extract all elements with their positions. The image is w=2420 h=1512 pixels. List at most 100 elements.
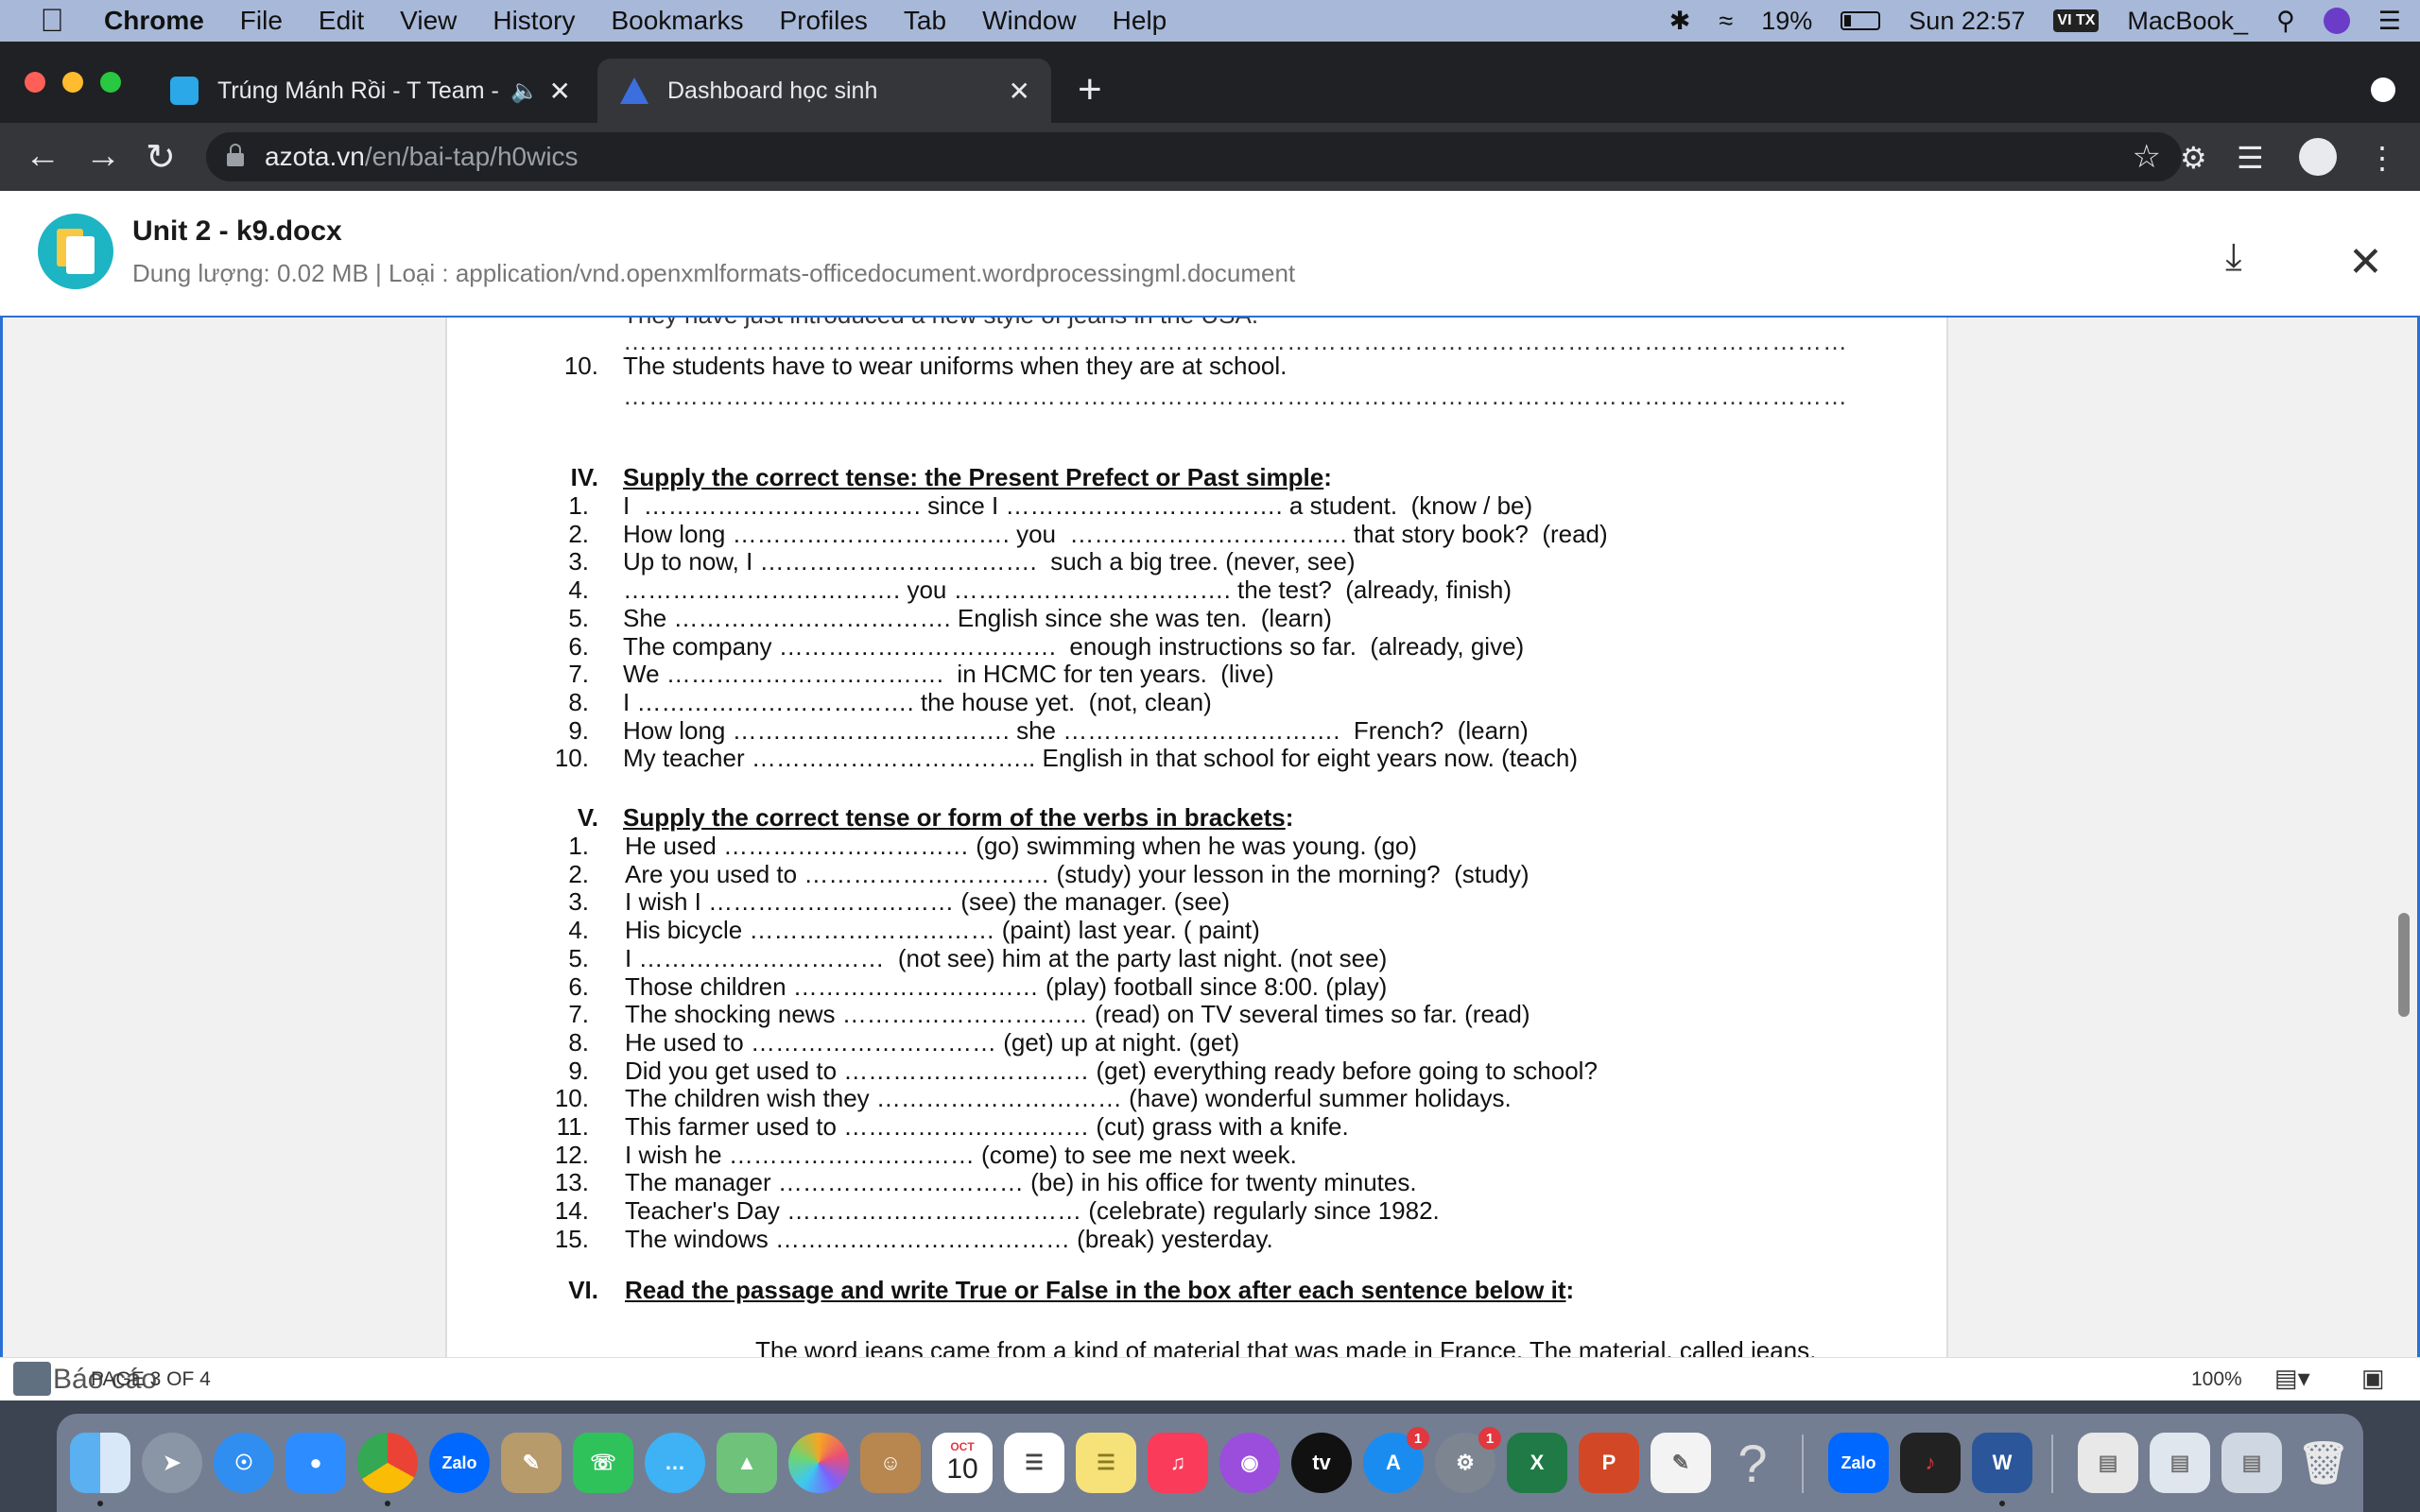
calendar-icon[interactable]: OCT 10 (932, 1433, 993, 1493)
exercise-item-number: 4. (568, 916, 589, 945)
documents-stack-icon[interactable]: ▤ (2150, 1433, 2210, 1493)
menu-bookmarks[interactable]: Bookmarks (611, 6, 743, 36)
app-store-badge: 1 (1407, 1427, 1429, 1450)
help-icon[interactable]: ? (1722, 1433, 1783, 1493)
report-icon[interactable] (13, 1362, 51, 1396)
menu-app-name[interactable]: Chrome (104, 6, 204, 36)
recorder-icon[interactable]: ♪ (1900, 1433, 1961, 1493)
chrome-icon[interactable] (357, 1433, 418, 1506)
profile-avatar-icon[interactable] (2299, 138, 2337, 176)
notes-icon[interactable]: ☰ (1076, 1433, 1136, 1493)
finder-icon[interactable] (70, 1433, 130, 1506)
download-icon[interactable]: ⤓ (2225, 236, 2242, 279)
address-bar[interactable]: azota.vn /en/bai-tap/h0wics ☆ (206, 132, 2182, 181)
preview-icon[interactable]: ✎ (501, 1433, 562, 1493)
tab-audio-icon[interactable]: 🔈 (510, 77, 539, 105)
menu-help[interactable]: Help (1113, 6, 1167, 36)
window-close-button[interactable] (25, 72, 45, 93)
zoom-level[interactable]: 100% (2191, 1368, 2242, 1391)
screenshot-stack-icon[interactable]: ▤ (2221, 1433, 2282, 1493)
battery-icon[interactable] (1841, 11, 1881, 30)
exercise-item-text: He used ………………………… (go) swimming when he… (625, 832, 1418, 860)
calendar-month: OCT (950, 1440, 975, 1453)
launchpad-icon[interactable]: ➤ (142, 1433, 202, 1493)
tab-dashboard-hoc-sinh[interactable]: Dashboard học sinh ✕ (597, 59, 1051, 123)
zalo-window-icon[interactable]: Zalo (1828, 1433, 1889, 1493)
menu-view[interactable]: View (400, 6, 457, 36)
podcasts-icon[interactable]: ◉ (1219, 1433, 1280, 1493)
exercise-item-text: We ……………………………. in HCMC for ten years. (… (623, 660, 1274, 689)
window-zoom-button[interactable] (100, 72, 121, 93)
reload-button[interactable]: ↻ (146, 136, 176, 179)
exercise-item-text: How long ……………………………. she ……………………………. F… (623, 715, 1529, 745)
input-source-icon[interactable]: VI TX (2053, 9, 2100, 32)
menu-profiles[interactable]: Profiles (780, 6, 868, 36)
chrome-menu-icon[interactable]: ⋮ (2367, 140, 2397, 176)
back-button[interactable]: ← (25, 136, 60, 177)
tab-close-icon[interactable]: ✕ (549, 76, 571, 107)
menu-history[interactable]: History (493, 6, 575, 36)
extensions-puzzle-icon[interactable]: ⚙ (2180, 140, 2207, 176)
section-6-roman: VI. (568, 1276, 598, 1304)
document-file-icon (38, 214, 113, 289)
document-viewport[interactable]: They have just introduced a new style of… (0, 318, 2420, 1357)
control-center-icon[interactable]: ☰ (2378, 7, 2401, 36)
new-tab-button[interactable]: + (1078, 66, 1102, 113)
safari-icon[interactable]: ☉ (214, 1433, 274, 1493)
forward-button[interactable]: → (85, 136, 121, 177)
zalo-icon[interactable]: Zalo (429, 1433, 490, 1493)
downloads-stack-icon[interactable]: ▤ (2078, 1433, 2138, 1493)
spotlight-search-icon[interactable]: ⚲ (2276, 7, 2295, 36)
lock-icon[interactable] (227, 144, 244, 166)
rewrite-item-number: 10. (563, 352, 598, 380)
exercise-item-text: She ……………………………. English since she was t… (623, 603, 1332, 632)
apple-tv-icon[interactable]: tv (1291, 1433, 1352, 1493)
menu-file[interactable]: File (240, 6, 283, 36)
textedit-icon[interactable]: ✎ (1651, 1433, 1711, 1493)
fullscreen-icon[interactable]: ▣ (2361, 1364, 2385, 1393)
word-icon[interactable]: W (1972, 1433, 2032, 1506)
exercise-item-number: 9. (568, 715, 589, 745)
trash-icon[interactable]: 🗑 (2293, 1433, 2354, 1493)
menubar-clock[interactable]: Sun 22:57 (1909, 7, 2025, 36)
menubar-hostname[interactable]: MacBook_ (2127, 7, 2248, 36)
vertical-scrollbar-thumb[interactable] (2398, 913, 2410, 1017)
browser-tab-strip: Trúng Mánh Rồi - T Team - 🔈 ✕ Dashboard … (0, 42, 2420, 123)
view-mode-icon[interactable]: ▤▾ (2274, 1364, 2310, 1393)
messages-icon[interactable]: … (645, 1433, 705, 1493)
exercise-item-text: Did you get used to ………………………… (get) eve… (625, 1056, 1598, 1085)
facetime-icon[interactable]: ☏ (573, 1433, 633, 1493)
media-control-icon[interactable]: ☰ (2237, 140, 2264, 176)
menu-edit[interactable]: Edit (319, 6, 364, 36)
photos-icon[interactable] (788, 1433, 849, 1493)
tab-trung-manh-roi[interactable]: Trúng Mánh Rồi - T Team - 🔈 ✕ (147, 59, 592, 123)
bluetooth-icon[interactable]: ✱ (1669, 7, 1691, 36)
window-minimize-button[interactable] (62, 72, 83, 93)
battery-percent: 19% (1761, 6, 1813, 35)
bookmark-star-icon[interactable]: ☆ (2133, 138, 2161, 176)
excel-icon[interactable]: X (1507, 1433, 1567, 1493)
zoom-icon[interactable]: ● (285, 1433, 346, 1493)
exercise-item-number: 4. (568, 576, 589, 605)
menu-tab[interactable]: Tab (904, 6, 946, 36)
section-4-roman: IV. (570, 463, 598, 491)
rewrite-item-text: The students have to wear uniforms when … (623, 352, 1288, 380)
siri-icon[interactable] (2323, 8, 2350, 34)
exercise-item-number: 6. (568, 971, 589, 1001)
tab-search-icon[interactable] (2371, 77, 2395, 102)
system-preferences-icon[interactable]: ⚙ 1 (1435, 1427, 1501, 1493)
powerpoint-icon[interactable]: P (1579, 1433, 1639, 1493)
tab-close-icon[interactable]: ✕ (1009, 76, 1030, 107)
apple-menu-icon[interactable]:  (0, 3, 104, 40)
maps-icon[interactable]: ▲ (717, 1433, 777, 1493)
wifi-icon[interactable]: ≈ (1719, 7, 1733, 36)
reminders-icon[interactable]: ☰ (1004, 1433, 1064, 1493)
app-store-icon[interactable]: A1 (1363, 1427, 1429, 1493)
music-icon[interactable]: ♫ (1148, 1433, 1208, 1493)
exercise-item-number: 5. (568, 603, 589, 632)
exercise-item-number: 7. (568, 1000, 589, 1029)
exercise-item-text: My teacher …………………………….. English in that… (623, 744, 1579, 773)
contacts-icon[interactable]: ☺ (860, 1433, 921, 1493)
close-viewer-icon[interactable]: ✕ (2348, 238, 2383, 286)
menu-window[interactable]: Window (982, 6, 1077, 36)
